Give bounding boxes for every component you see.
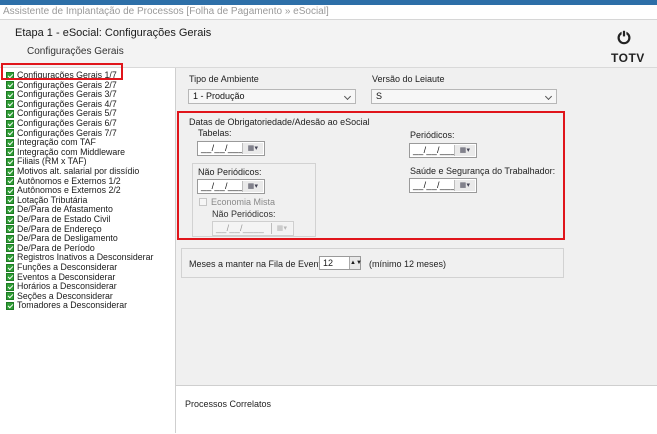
tree-item-label: Autônomos e Externos 1/2 xyxy=(17,175,121,186)
meses-spinner[interactable]: 12 ▲▼ xyxy=(319,256,362,270)
window-title: Assistente de Implantação de Processos [… xyxy=(3,6,329,17)
tree-item-label: De/Para de Desligamento xyxy=(17,233,118,244)
tree-item-label: De/Para de Afastamento xyxy=(17,204,113,215)
meses-value: 12 xyxy=(323,258,334,268)
tree-item-label: Eventos a Desconsiderar xyxy=(17,271,116,282)
tree-item-label: Filiais (RM x TAF) xyxy=(17,156,87,167)
tree-item-label: Configurações Gerais 2/7 xyxy=(17,79,117,90)
tipo-ambiente-label: Tipo de Ambiente xyxy=(189,74,259,84)
tree-item-label: Configurações Gerais 7/7 xyxy=(17,127,117,138)
check-icon xyxy=(6,177,14,186)
check-icon xyxy=(6,273,14,282)
check-icon xyxy=(6,282,14,291)
tree-item-label: Configurações Gerais 6/7 xyxy=(17,118,117,128)
check-icon xyxy=(6,119,14,128)
steps-tree: Configurações Gerais 1/7 Configurações Ge… xyxy=(0,68,176,433)
versao-leiaute-label: Versão do Leiaute xyxy=(372,74,445,84)
check-icon xyxy=(6,244,14,253)
tree-item-label: De/Para de Estado Civil xyxy=(17,214,111,224)
tree-item-label: Registros Inativos a Desconsiderar xyxy=(17,252,154,263)
check-icon xyxy=(6,253,14,262)
datas-highlight-box xyxy=(177,111,565,240)
check-icon xyxy=(6,148,14,157)
tree-item-label: Integração com TAF xyxy=(17,137,96,148)
check-icon xyxy=(6,263,14,272)
check-icon xyxy=(6,186,14,195)
check-icon xyxy=(6,100,14,109)
current-step-highlight xyxy=(1,63,123,80)
wizard-header: Etapa 1 - eSocial: Configurações Gerais … xyxy=(0,20,657,68)
tree-item-label: Configurações Gerais 4/7 xyxy=(17,98,117,109)
tipo-ambiente-select[interactable]: 1 - Produção xyxy=(188,89,356,104)
tree-item-label: De/Para de Endereço xyxy=(17,223,102,234)
tree-item-label: Tomadores a Desconsiderar xyxy=(17,300,128,311)
versao-leiaute-select[interactable]: S xyxy=(371,89,557,104)
check-icon xyxy=(6,109,14,118)
meses-hint: (mínimo 12 meses) xyxy=(369,259,447,269)
tree-item-label: Lotação Tributária xyxy=(17,194,88,205)
tree-item-label: Motivos alt. salarial por dissídio xyxy=(17,166,140,176)
meses-label: Meses a manter na Fila de Eventos: xyxy=(189,259,334,269)
tree-item-label: Seções a Desconsiderar xyxy=(17,290,113,301)
check-icon xyxy=(6,81,14,90)
tree-item-label: Autônomos e Externos 2/2 xyxy=(17,185,121,196)
tree-item-label: De/Para de Período xyxy=(17,242,95,253)
check-icon xyxy=(6,167,14,176)
check-icon xyxy=(6,301,14,310)
check-icon xyxy=(6,90,14,99)
check-icon xyxy=(6,196,14,205)
tree-item-label: Configurações Gerais 5/7 xyxy=(17,108,117,119)
stage-subtitle: Configurações Gerais xyxy=(27,46,124,57)
check-icon xyxy=(6,292,14,301)
spinner-arrows-icon[interactable]: ▲▼ xyxy=(349,257,362,269)
brand-logo: TOTV xyxy=(611,51,645,65)
chevron-down-icon xyxy=(544,92,553,101)
check-icon xyxy=(6,138,14,147)
power-icon xyxy=(617,30,631,45)
stage-title: Etapa 1 - eSocial: Configurações Gerais xyxy=(15,27,212,39)
check-icon xyxy=(6,215,14,224)
tree-item-label: Funções a Desconsiderar xyxy=(17,262,118,272)
tipo-ambiente-value: 1 - Produção xyxy=(193,91,245,101)
tree-item-label: Horários a Desconsiderar xyxy=(17,281,117,292)
tree-item[interactable]: Tomadores a Desconsiderar xyxy=(6,301,127,310)
chevron-down-icon xyxy=(343,92,352,101)
check-icon xyxy=(6,205,14,214)
tree-item-label: Integração com Middleware xyxy=(17,146,126,157)
versao-leiaute-value: S xyxy=(376,91,383,101)
tree-item-label: Configurações Gerais 3/7 xyxy=(17,89,117,100)
check-icon xyxy=(6,234,14,243)
check-icon xyxy=(6,157,14,166)
check-icon xyxy=(6,129,14,138)
check-icon xyxy=(6,225,14,234)
window-titlebar: Assistente de Implantação de Processos [… xyxy=(0,5,657,20)
processos-correlatos-panel: Processos Correlatos xyxy=(176,385,657,434)
processos-correlatos-label: Processos Correlatos xyxy=(185,399,272,409)
